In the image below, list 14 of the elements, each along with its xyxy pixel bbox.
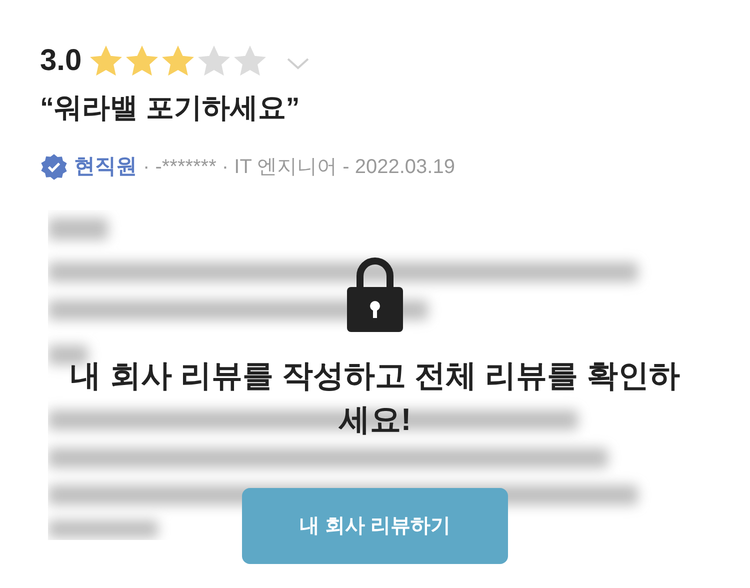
star-icon [232,44,268,78]
star-icon [124,44,160,78]
rating-score: 3.0 [40,43,82,79]
employee-status-label: 현직원 [74,154,137,180]
lock-message: 내 회사 리뷰를 작성하고 전체 리뷰를 확인하세요! [69,357,681,439]
star-icon [196,44,232,78]
chevron-down-icon[interactable] [286,56,310,70]
write-review-button[interactable]: 내 회사 리뷰하기 [242,488,508,564]
review-title: “워라밸 포기하세요” [40,91,301,125]
lock-icon [346,256,404,332]
review-meta: · -******* · IT 엔지니어 - 2022.03.19 [143,154,455,180]
star-icon [88,44,124,78]
verified-badge-icon [40,152,68,181]
star-icon [160,44,196,78]
